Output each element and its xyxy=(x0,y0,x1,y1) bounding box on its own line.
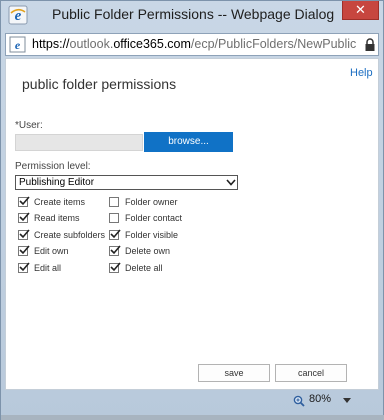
url-host: office365.com xyxy=(113,37,191,51)
checkbox-box[interactable] xyxy=(18,196,30,207)
lock-icon[interactable] xyxy=(364,38,376,52)
page-title: public folder permissions xyxy=(22,76,177,92)
checkbox-label: Edit all xyxy=(34,263,62,273)
checkbox-box[interactable] xyxy=(18,245,30,256)
checkbox-label: Read items xyxy=(34,213,80,223)
check-icon xyxy=(110,245,121,255)
url-scheme: https:// xyxy=(32,37,70,51)
user-input[interactable] xyxy=(15,134,143,151)
zoom-level: 80% xyxy=(309,393,332,405)
svg-text:e: e xyxy=(15,38,21,52)
check-icon xyxy=(19,262,30,272)
save-button[interactable]: save xyxy=(198,364,270,382)
checkbox-box[interactable] xyxy=(18,212,30,223)
checkbox-label: Edit own xyxy=(34,246,69,256)
checkbox-folder-contact[interactable]: Folder contact xyxy=(109,212,205,225)
check-icon xyxy=(19,229,30,239)
checkbox-folder-visible[interactable]: Folder visible xyxy=(109,229,205,242)
checkbox-create-subfolders[interactable]: Create subfolders xyxy=(18,229,114,242)
checkbox-read-items[interactable]: Read items xyxy=(18,212,114,225)
checkbox-label: Folder owner xyxy=(125,197,178,207)
check-icon xyxy=(19,212,30,222)
taskbar-strip xyxy=(1,415,384,420)
close-button[interactable]: ✕ xyxy=(342,1,379,20)
checkbox-label: Create items xyxy=(34,197,86,207)
permission-level-value: Publishing Editor xyxy=(19,177,95,188)
dropdown-arrow-icon[interactable] xyxy=(343,398,351,404)
permission-level-label: Permission level: xyxy=(15,161,91,172)
dialog-content: Help public folder permissions *User: br… xyxy=(5,58,379,390)
help-link[interactable]: Help xyxy=(350,67,373,79)
checkbox-folder-owner[interactable]: Folder owner xyxy=(109,196,205,209)
checkbox-label: Create subfolders xyxy=(34,230,106,240)
permission-level-select[interactable]: Publishing Editor xyxy=(15,175,238,190)
url-text: https://outlook.office365.com/ecp/Public… xyxy=(32,37,356,51)
cancel-button[interactable]: cancel xyxy=(275,364,347,382)
checkbox-box[interactable] xyxy=(109,229,121,240)
checkbox-delete-own[interactable]: Delete own xyxy=(109,245,205,258)
check-icon xyxy=(19,196,30,206)
checkbox-box[interactable] xyxy=(109,245,121,256)
url-prehost: outlook. xyxy=(69,37,114,51)
checkbox-box[interactable] xyxy=(18,262,30,273)
ie-page-icon: e xyxy=(9,36,26,53)
magnifier-icon xyxy=(293,395,305,407)
user-label: *User: xyxy=(15,120,43,131)
url-path: /ecp/PublicFolders/NewPublicFolder xyxy=(190,37,356,51)
ie-icon: e xyxy=(8,5,28,25)
checkbox-edit-all[interactable]: Edit all xyxy=(18,262,114,275)
browse-button[interactable]: browse... xyxy=(144,132,233,152)
checkbox-box[interactable] xyxy=(109,197,119,207)
checkbox-box[interactable] xyxy=(18,229,30,240)
check-icon xyxy=(110,262,121,272)
checkbox-box[interactable] xyxy=(109,262,121,273)
title-bar[interactable]: e Public Folder Permissions -- Webpage D… xyxy=(1,1,383,29)
dialog-window: e Public Folder Permissions -- Webpage D… xyxy=(0,0,384,420)
status-bar: 80% xyxy=(1,391,384,420)
checkbox-label: Delete own xyxy=(125,246,171,256)
checkbox-delete-all[interactable]: Delete all xyxy=(109,262,205,275)
checkbox-label: Folder contact xyxy=(125,213,183,223)
chevron-down-icon xyxy=(226,179,236,186)
checkbox-create-items[interactable]: Create items xyxy=(18,196,114,209)
address-bar[interactable]: e https://outlook.office365.com/ecp/Publ… xyxy=(5,33,379,56)
checkbox-box[interactable] xyxy=(109,213,119,223)
check-icon xyxy=(110,229,121,239)
checkbox-edit-own[interactable]: Edit own xyxy=(18,245,114,258)
checkbox-label: Folder visible xyxy=(125,230,179,240)
checkbox-label: Delete all xyxy=(125,263,163,273)
window-title: Public Folder Permissions -- Webpage Dia… xyxy=(52,6,335,22)
check-icon xyxy=(19,245,30,255)
